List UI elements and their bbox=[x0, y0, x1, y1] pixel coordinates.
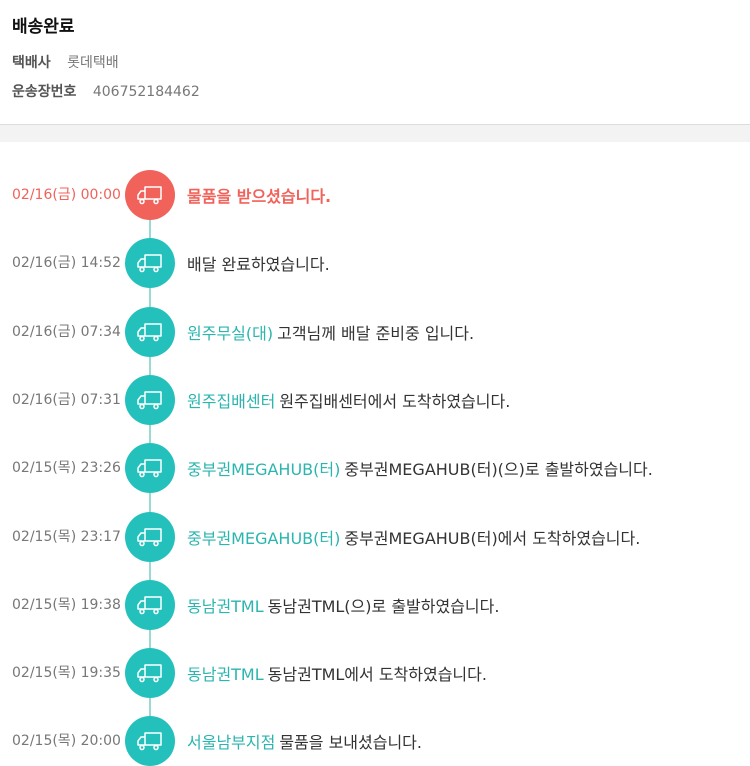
tracking-row: 운송장번호 406752184462 bbox=[12, 81, 200, 101]
truck-icon bbox=[125, 512, 175, 562]
event-location: 서울남부지점 bbox=[187, 733, 276, 752]
event-text: 중부권MEGAHUB(터) 중부권MEGAHUB(터)(으)로 출발하였습니다. bbox=[187, 456, 653, 480]
event-message: 동남권TML(으)로 출발하였습니다. bbox=[267, 597, 500, 616]
carrier-row: 택배사 롯데택배 bbox=[12, 52, 119, 72]
event-time: 02/16(금) 07:34 bbox=[12, 324, 121, 340]
event-text: 동남권TML 동남권TML(으)로 출발하였습니다. bbox=[187, 593, 499, 617]
event-text: 동남권TML 동남권TML에서 도착하였습니다. bbox=[187, 661, 487, 685]
timeline-event: 02/16(금) 07:31 원주집배센터 원주집배센터에서 도착하였습니다. bbox=[0, 375, 750, 425]
truck-icon bbox=[125, 170, 175, 220]
tracking-label: 운송장번호 bbox=[12, 84, 77, 100]
event-time: 02/16(금) 00:00 bbox=[12, 187, 121, 203]
truck-icon bbox=[125, 375, 175, 425]
tracking-number: 406752184462 bbox=[92, 84, 200, 100]
event-message: 동남권TML에서 도착하였습니다. bbox=[267, 665, 487, 684]
event-message: 물품을 받으셨습니다. bbox=[187, 187, 332, 206]
truck-icon bbox=[125, 580, 175, 630]
event-text: 배달 완료하였습니다. bbox=[187, 251, 330, 275]
timeline-event: 02/15(목) 20:00 서울남부지점 물품을 보내셨습니다. bbox=[0, 716, 750, 766]
truck-icon bbox=[125, 238, 175, 288]
delivery-header: 배송완료 택배사 롯데택배 운송장번호 406752184462 bbox=[0, 0, 750, 124]
truck-icon bbox=[125, 307, 175, 357]
event-location: 동남권TML bbox=[187, 665, 264, 684]
event-location: 동남권TML bbox=[187, 597, 264, 616]
event-message: 중부권MEGAHUB(터)(으)로 출발하였습니다. bbox=[344, 460, 653, 479]
timeline-event: 02/15(목) 23:26 중부권MEGAHUB(터) 중부권MEGAHUB(터)… bbox=[0, 443, 750, 493]
page-title: 배송완료 bbox=[12, 17, 75, 37]
event-time: 02/15(목) 19:35 bbox=[12, 665, 121, 681]
timeline-event: 02/15(목) 23:17 중부권MEGAHUB(터) 중부권MEGAHUB(터)… bbox=[0, 512, 750, 562]
event-text: 중부권MEGAHUB(터) 중부권MEGAHUB(터)에서 도착하였습니다. bbox=[187, 525, 640, 549]
event-text: 원주무실(대) 고객님께 배달 준비중 입니다. bbox=[187, 320, 474, 344]
event-text: 물품을 받으셨습니다. bbox=[187, 183, 331, 207]
event-time: 02/16(금) 14:52 bbox=[12, 255, 121, 271]
timeline-event: 02/15(목) 19:38 동남권TML 동남권TML(으)로 출발하였습니다. bbox=[0, 580, 750, 630]
event-message: 물품을 보내셨습니다. bbox=[279, 733, 422, 752]
truck-icon bbox=[125, 648, 175, 698]
event-time: 02/15(목) 23:17 bbox=[12, 529, 121, 545]
event-text: 서울남부지점 물품을 보내셨습니다. bbox=[187, 729, 422, 753]
timeline-event: 02/15(목) 19:35 동남권TML 동남권TML에서 도착하였습니다. bbox=[0, 648, 750, 698]
event-message: 고객님께 배달 준비중 입니다. bbox=[277, 324, 475, 343]
truck-icon bbox=[125, 716, 175, 766]
truck-icon bbox=[125, 443, 175, 493]
event-message: 원주집배센터에서 도착하였습니다. bbox=[279, 392, 511, 411]
tracking-timeline: 02/16(금) 00:00 물품을 받으셨습니다. 02/16(금) 14:52 배… bbox=[0, 142, 750, 766]
event-time: 02/15(목) 20:00 bbox=[12, 733, 121, 749]
event-location: 중부권MEGAHUB(터) bbox=[187, 529, 341, 548]
carrier-value: 롯데택배 bbox=[67, 55, 119, 71]
event-text: 원주집배센터 원주집배센터에서 도착하였습니다. bbox=[187, 388, 510, 412]
timeline-event: 02/16(금) 14:52 배달 완료하였습니다. bbox=[0, 238, 750, 288]
event-time: 02/15(목) 19:38 bbox=[12, 597, 121, 613]
timeline-event: 02/16(금) 07:34 원주무실(대) 고객님께 배달 준비중 입니다. bbox=[0, 307, 750, 357]
event-location: 원주집배센터 bbox=[187, 392, 276, 411]
section-separator bbox=[0, 125, 750, 142]
event-location: 원주무실(대) bbox=[187, 324, 274, 343]
event-time: 02/16(금) 07:31 bbox=[12, 392, 121, 408]
event-location: 중부권MEGAHUB(터) bbox=[187, 460, 341, 479]
event-message: 배달 완료하였습니다. bbox=[187, 255, 330, 274]
event-time: 02/15(목) 23:26 bbox=[12, 460, 121, 476]
carrier-label: 택배사 bbox=[12, 55, 51, 71]
event-message: 중부권MEGAHUB(터)에서 도착하였습니다. bbox=[344, 529, 641, 548]
timeline-event: 02/16(금) 00:00 물품을 받으셨습니다. bbox=[0, 170, 750, 220]
